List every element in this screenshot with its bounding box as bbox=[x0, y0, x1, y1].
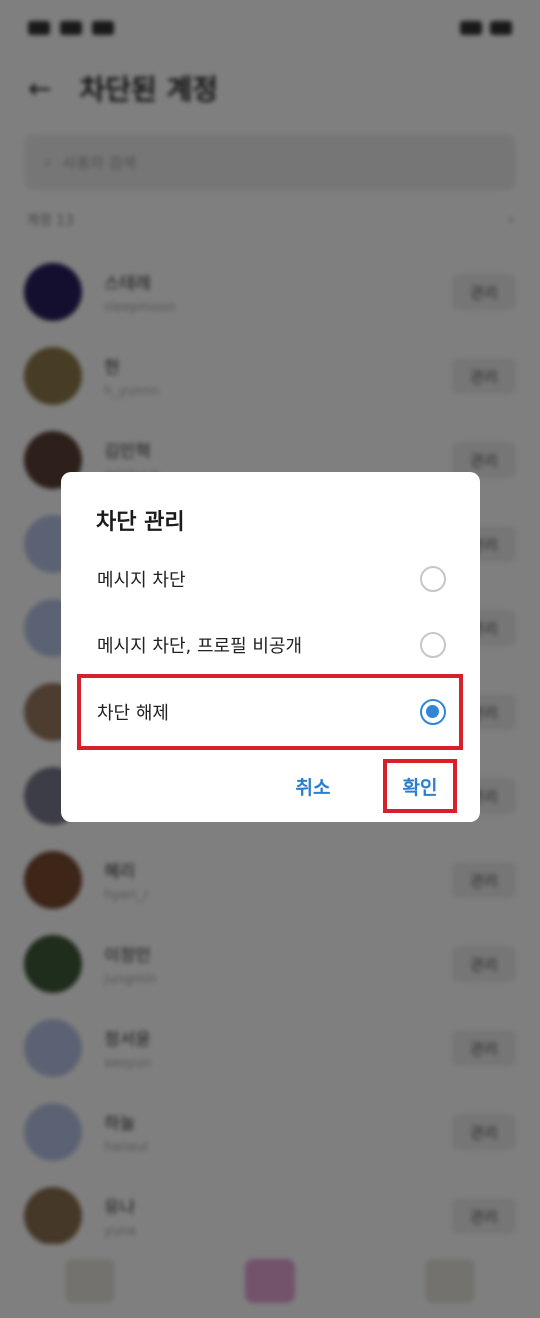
dialog-actions: 취소 확인 bbox=[61, 759, 480, 813]
radio-unchecked-icon[interactable] bbox=[420, 566, 446, 592]
option-block-messages-private-profile[interactable]: 메시지 차단, 프로필 비공개 bbox=[75, 612, 466, 678]
option-unblock[interactable]: 차단 해제 bbox=[75, 679, 466, 745]
option-block-messages[interactable]: 메시지 차단 bbox=[75, 546, 466, 612]
cancel-button[interactable]: 취소 bbox=[278, 762, 348, 810]
option-label: 메시지 차단, 프로필 비공개 bbox=[97, 636, 303, 657]
confirm-button[interactable]: 확인 bbox=[383, 759, 457, 813]
option-label: 차단 해제 bbox=[97, 703, 169, 724]
option-label: 메시지 차단 bbox=[97, 570, 186, 591]
dialog-title: 차단 관리 bbox=[96, 510, 185, 535]
radio-checked-icon[interactable] bbox=[420, 699, 446, 725]
radio-unchecked-icon[interactable] bbox=[420, 632, 446, 658]
block-management-dialog: 차단 관리 메시지 차단 메시지 차단, 프로필 비공개 차단 해제 취소 확인 bbox=[61, 472, 480, 822]
